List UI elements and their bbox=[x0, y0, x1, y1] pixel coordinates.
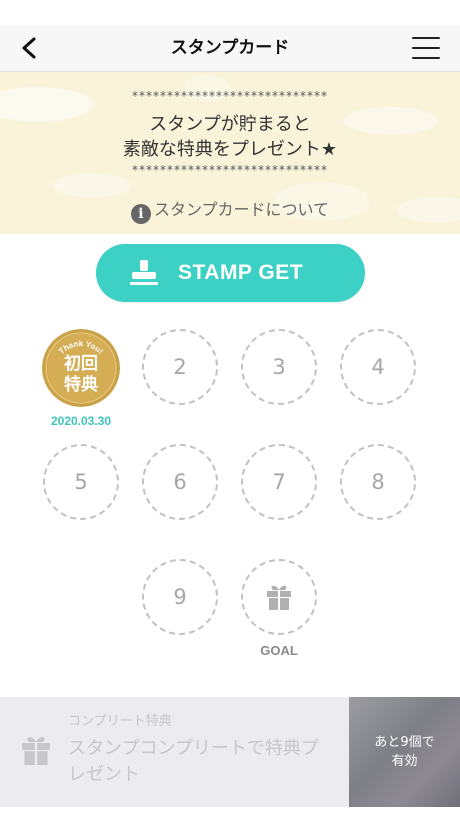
stamp-slot-9: 9 bbox=[142, 559, 218, 635]
banner-message: スタンプが貯まると 素敵な特典をプレゼント★ bbox=[0, 112, 460, 162]
stamp-slot-6: 6 bbox=[142, 444, 218, 520]
reward-message: スタンプコンプリートで特典プ レゼント bbox=[68, 736, 348, 788]
page-title: スタンプカード bbox=[170, 38, 290, 58]
about-stamp-card-link[interactable]: i スタンプカードについて bbox=[0, 196, 460, 224]
decorative-stars-bottom: **************************** bbox=[132, 163, 328, 177]
info-icon: i bbox=[130, 204, 151, 224]
remaining-count-text: あと9個で bbox=[374, 735, 435, 750]
banner-message-line1: スタンプが貯まると bbox=[149, 114, 311, 135]
status-bar bbox=[0, 0, 460, 25]
stamp-slot-3: 3 bbox=[241, 329, 317, 405]
stamp-get-button[interactable]: STAMP GET bbox=[96, 244, 365, 302]
hamburger-menu-icon bbox=[412, 37, 440, 39]
stamp-text-line2: 特典 bbox=[64, 374, 98, 395]
stamp-slot-goal bbox=[241, 559, 317, 635]
reward-message-line1: スタンプコンプリートで特典プ bbox=[68, 738, 319, 759]
stamp-slot-7: 7 bbox=[241, 444, 317, 520]
about-link-label: スタンプカードについて bbox=[153, 200, 330, 219]
stamp-1-date: 2020.03.30 bbox=[50, 414, 112, 428]
remaining-status-text: 有効 bbox=[391, 754, 418, 769]
goal-label: GOAL bbox=[260, 643, 298, 658]
stamp-text-line1: 初回 bbox=[64, 353, 98, 374]
info-banner: **************************** スタンプが貯まると 素… bbox=[0, 72, 460, 234]
complete-reward-panel: コンプリート特典 スタンプコンプリートで特典プ レゼント あと9個で 有効 bbox=[0, 697, 460, 807]
reward-status-badge: あと9個で 有効 bbox=[349, 697, 460, 807]
stamp-1-collected: Thank You! 初回 特典 bbox=[42, 329, 120, 407]
stamp-slot-2: 2 bbox=[142, 329, 218, 405]
stamp-slot-5: 5 bbox=[43, 444, 119, 520]
bottom-safe-area bbox=[0, 807, 460, 818]
stamp-get-label: STAMP GET bbox=[178, 261, 304, 284]
menu-button[interactable] bbox=[412, 37, 440, 59]
reward-caption: コンプリート特典 bbox=[68, 714, 172, 729]
stamp-icon bbox=[130, 260, 158, 285]
stamp-slot-4: 4 bbox=[340, 329, 416, 405]
navigation-bar: スタンプカード bbox=[0, 25, 460, 72]
banner-message-line2: 素敵な特典をプレゼント★ bbox=[122, 139, 338, 160]
decorative-stars-top: **************************** bbox=[132, 89, 328, 103]
reward-message-line2: レゼント bbox=[68, 764, 140, 785]
gift-icon bbox=[22, 737, 50, 765]
gift-icon bbox=[267, 585, 291, 610]
stamp-slot-8: 8 bbox=[340, 444, 416, 520]
